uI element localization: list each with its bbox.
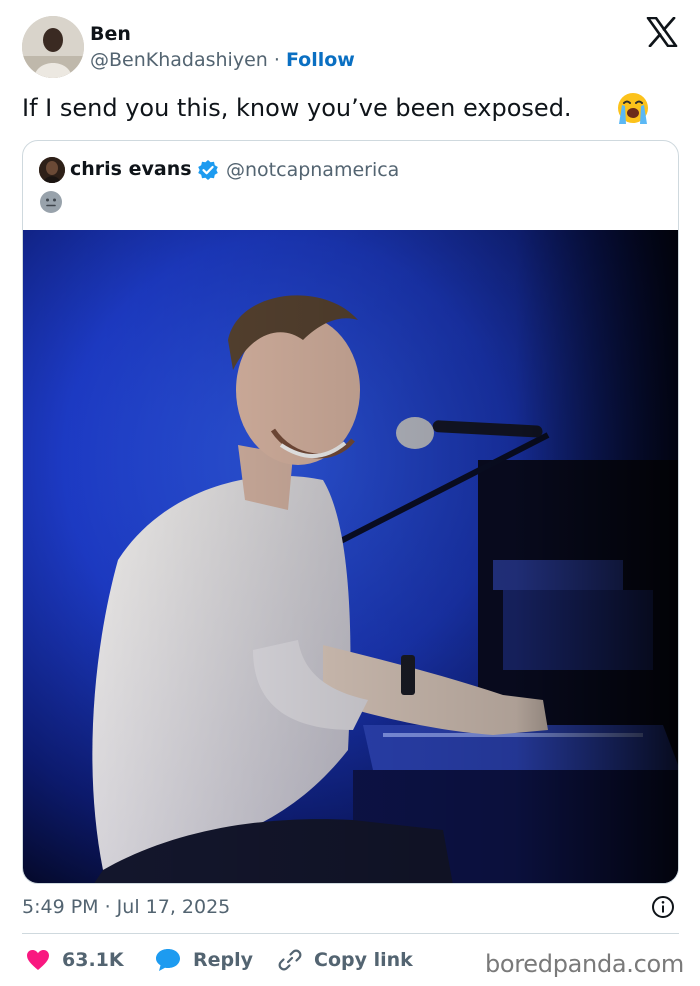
neutral-face-emoji-icon [40, 191, 62, 213]
man-at-piano-image [23, 230, 678, 883]
quoted-tweet[interactable]: chris evans @notcapnamerica [22, 140, 679, 884]
heart-icon [27, 950, 49, 970]
link-chain-icon [278, 949, 302, 971]
author-avatar[interactable] [22, 16, 84, 78]
tweet-text: If I send you this, know you’ve been exp… [22, 94, 572, 122]
footer-divider [22, 933, 679, 934]
author-name[interactable]: Ben [90, 23, 131, 45]
reply-button[interactable]: Reply [155, 946, 253, 974]
quoted-tweet-photo[interactable] [23, 230, 678, 883]
quoted-author-name[interactable]: chris evans [70, 158, 192, 180]
info-icon[interactable] [651, 895, 675, 919]
verified-badge-icon [198, 160, 218, 180]
handle-separator: · [267, 49, 286, 71]
quoted-author-avatar[interactable] [39, 157, 65, 183]
quoted-avatar-image [39, 157, 65, 183]
x-logo-icon[interactable] [646, 17, 678, 47]
copy-link-label: Copy link [314, 949, 413, 971]
quoted-author-handle[interactable]: @notcapnamerica [226, 159, 399, 181]
reply-bubble-icon [156, 949, 180, 971]
author-handle[interactable]: @BenKhadashiyen [90, 49, 268, 71]
author-handle-line: @BenKhadashiyen · Follow [90, 49, 355, 71]
avatar-image [22, 16, 84, 78]
tweet-timestamp[interactable]: 5:49 PM · Jul 17, 2025 [22, 896, 230, 918]
tweet-card: Ben @BenKhadashiyen · Follow If I send y… [0, 0, 700, 986]
like-button[interactable]: 63.1K [26, 946, 124, 974]
boredpanda-watermark: boredpanda.com [484, 950, 684, 978]
follow-button[interactable]: Follow [286, 49, 355, 71]
loudly-crying-face-emoji-icon [618, 93, 648, 124]
copy-link-button[interactable]: Copy link [278, 946, 413, 974]
like-count: 63.1K [62, 949, 124, 971]
reply-label: Reply [193, 949, 254, 971]
